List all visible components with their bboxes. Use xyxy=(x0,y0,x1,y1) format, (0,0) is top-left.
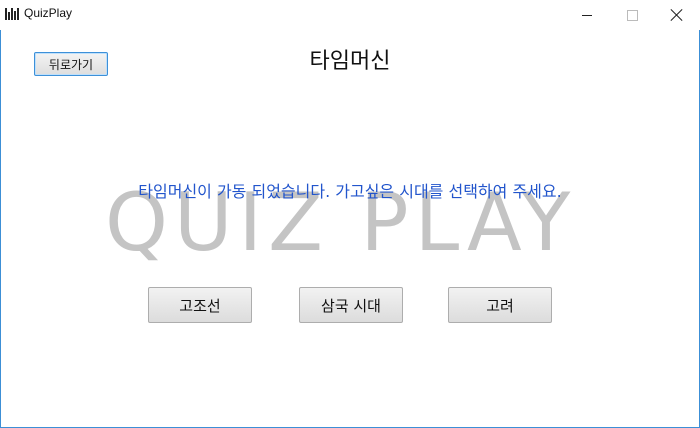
maximize-icon xyxy=(626,9,638,21)
era-button-goryeo[interactable]: 고려 xyxy=(448,287,552,323)
close-button[interactable] xyxy=(654,0,700,30)
page-title: 타임머신 xyxy=(309,49,391,74)
app-logo-icon xyxy=(5,8,19,20)
window-title: QuizPlay xyxy=(24,6,73,20)
era-button-three-kingdoms[interactable]: 삼국 시대 xyxy=(299,287,403,323)
minimize-button[interactable] xyxy=(564,0,610,30)
instruction-message: 타임머신이 가동 되었습니다. 가고싶은 시대를 선택하여 주세요. xyxy=(138,182,562,201)
maximize-button[interactable] xyxy=(609,0,655,30)
close-icon xyxy=(671,9,683,21)
era-button-gojoseon[interactable]: 고조선 xyxy=(148,287,252,323)
minimize-icon xyxy=(582,14,592,16)
title-bar[interactable]: QuizPlay xyxy=(0,0,700,30)
